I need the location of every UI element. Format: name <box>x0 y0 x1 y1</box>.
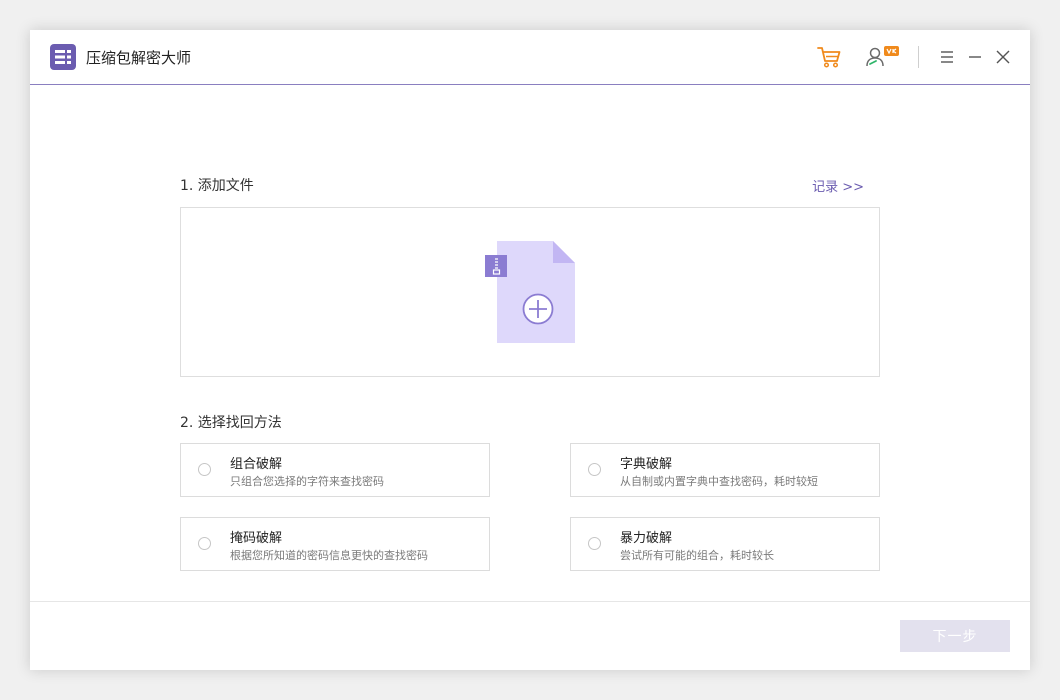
option-combination[interactable]: 组合破解 只组合您选择的字符来查找密码 <box>180 443 490 497</box>
option-title: 组合破解 <box>230 457 283 472</box>
option-mask[interactable]: 掩码破解 根据您所知道的密码信息更快的查找密码 <box>180 517 490 571</box>
zip-file-add-icon <box>485 241 575 343</box>
radio-button[interactable] <box>198 463 211 476</box>
option-description: 从自制或内置字典中查找密码，耗时较短 <box>620 475 818 488</box>
app-logo-icon <box>50 44 76 70</box>
menu-icon[interactable] <box>937 47 957 67</box>
radio-button[interactable] <box>588 537 601 550</box>
radio-button[interactable] <box>588 463 601 476</box>
titlebar-separator <box>918 46 919 68</box>
step1-label: 1. 添加文件 <box>180 178 254 194</box>
option-title: 暴力破解 <box>620 531 673 546</box>
option-description: 尝试所有可能的组合，耗时较长 <box>620 549 774 562</box>
minimize-icon[interactable] <box>965 47 985 67</box>
option-description: 只组合您选择的字符来查找密码 <box>230 475 384 488</box>
user-vip-icon[interactable] <box>864 44 902 70</box>
app-window: 压缩包解密大师 1. 添加文件 记录 >> 2. 选择找回方法 组合破解 只组合… <box>30 30 1030 670</box>
radio-button[interactable] <box>198 537 211 550</box>
app-title: 压缩包解密大师 <box>86 49 192 67</box>
step2-label: 2. 选择找回方法 <box>180 415 282 431</box>
option-dictionary[interactable]: 字典破解 从自制或内置字典中查找密码，耗时较短 <box>570 443 880 497</box>
option-title: 掩码破解 <box>230 531 283 546</box>
title-bar: 压缩包解密大师 <box>30 30 1030 85</box>
option-brute-force[interactable]: 暴力破解 尝试所有可能的组合，耗时较长 <box>570 517 880 571</box>
option-description: 根据您所知道的密码信息更快的查找密码 <box>230 549 428 562</box>
footer-divider <box>30 601 1030 602</box>
close-icon[interactable] <box>993 47 1013 67</box>
option-title: 字典破解 <box>620 457 673 472</box>
cart-icon[interactable] <box>816 44 842 70</box>
next-button[interactable]: 下一步 <box>900 620 1010 652</box>
file-dropzone[interactable] <box>180 207 880 377</box>
records-link[interactable]: 记录 >> <box>812 176 864 195</box>
